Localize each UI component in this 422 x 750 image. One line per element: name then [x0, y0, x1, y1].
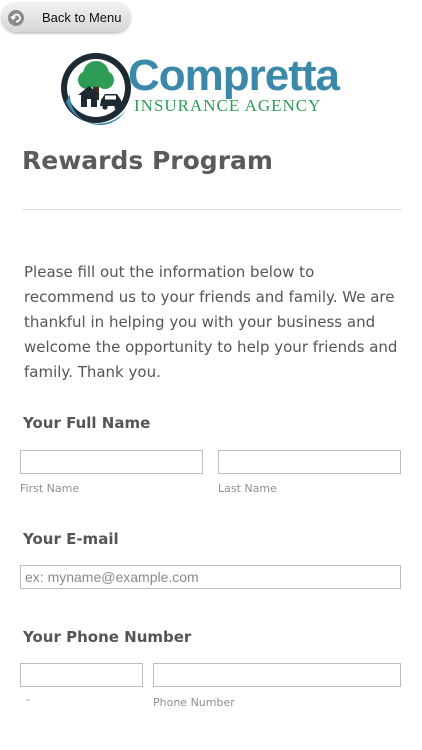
email-label: Your E-mail [23, 530, 119, 548]
logo-tagline: INSURANCE AGENCY [134, 96, 322, 115]
area-code-sublabel: - [26, 693, 30, 706]
logo-emblem-icon [61, 53, 131, 126]
logo-wordmark: Compretta [128, 51, 340, 100]
last-name-sublabel: Last Name [218, 482, 277, 495]
first-name-sublabel: First Name [20, 482, 80, 495]
phone-number-sublabel: Phone Number [153, 696, 235, 709]
email-input[interactable] [20, 565, 401, 589]
first-name-input[interactable] [20, 450, 203, 474]
phone-label: Your Phone Number [23, 628, 192, 646]
intro-text: Please fill out the information below to… [24, 263, 398, 381]
page-title: Rewards Program [22, 146, 273, 175]
company-logo: Compretta INSURANCE AGENCY [60, 50, 370, 126]
full-name-label: Your Full Name [23, 414, 151, 432]
phone-number-input[interactable] [153, 663, 401, 687]
back-to-menu-label: Back to Menu [42, 10, 122, 25]
back-arrow-icon [8, 9, 24, 26]
area-code-input[interactable] [20, 663, 143, 687]
last-name-input[interactable] [218, 450, 401, 474]
title-divider [22, 209, 402, 210]
back-to-menu-button[interactable]: Back to Menu [2, 3, 130, 32]
